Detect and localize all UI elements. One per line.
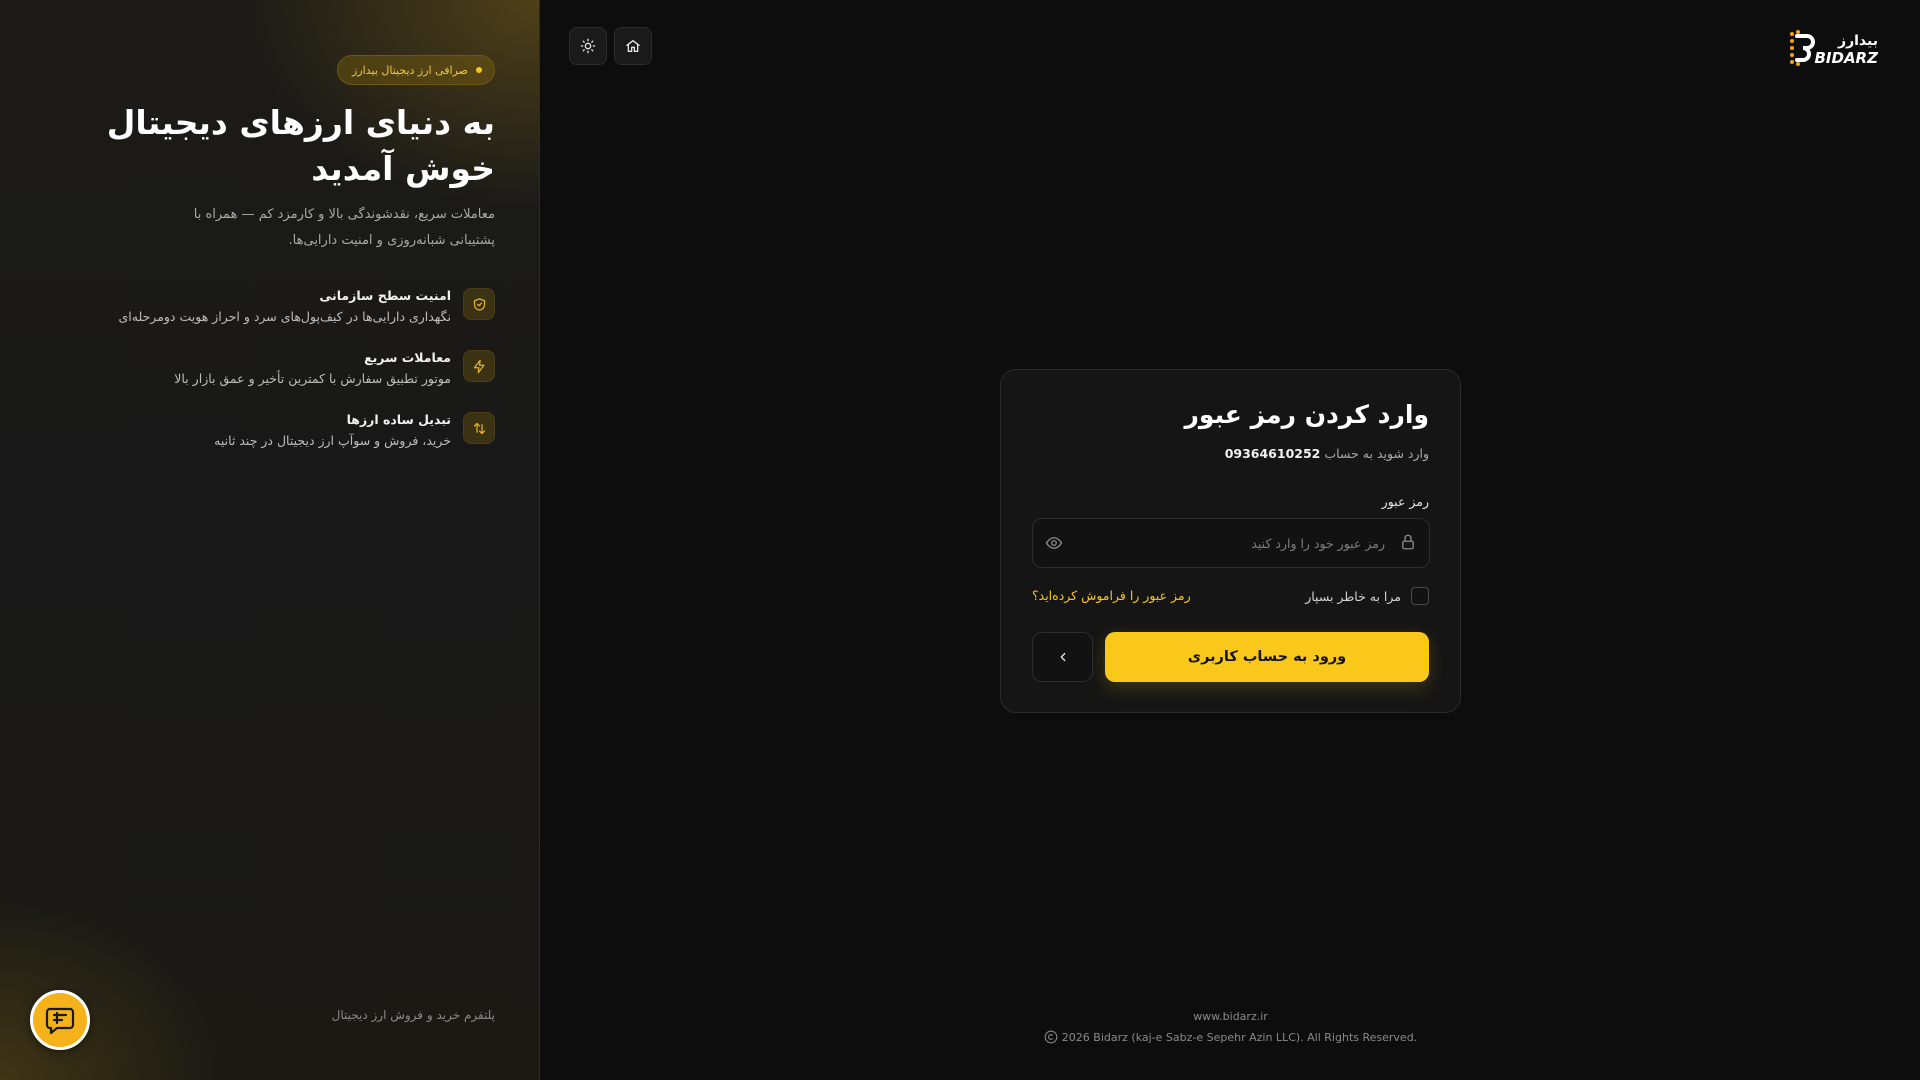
support-chat-button[interactable]	[30, 990, 90, 1050]
password-field[interactable]	[1032, 518, 1430, 568]
home-button[interactable]	[614, 27, 652, 65]
feature-item-swap: تبدیل ساده ارزها خرید، فروش و سوآپ ارز د…	[75, 412, 495, 462]
account-phone: 09364610252	[1224, 446, 1321, 461]
chevron-left-icon	[1060, 652, 1065, 662]
shield-icon	[463, 288, 495, 320]
feature-item-fast-trading: معاملات سریع موتور تطبیق سفارش با کمترین…	[75, 350, 495, 400]
feature-item-security: امنیت سطح سازمانی نگهداری دارایی‌ها در ک…	[75, 288, 495, 338]
password-input[interactable]	[1075, 519, 1385, 567]
login-subtitle-text: وارد شوید به حساب	[1324, 446, 1429, 461]
show-password-eye-icon[interactable]	[1045, 534, 1063, 556]
forgot-password-link[interactable]: رمز عبور را فراموش کرده‌اید؟	[1032, 588, 1191, 603]
chat-icon	[45, 1007, 75, 1035]
back-button[interactable]	[1032, 632, 1093, 682]
home-icon	[626, 40, 640, 52]
sun-icon	[580, 38, 596, 54]
feature-desc: موتور تطبیق سفارش با کمترین تأخیر و عمق …	[174, 371, 451, 386]
feature-desc: خرید، فروش و سوآپ ارز دیجیتال در چند ثان…	[214, 433, 451, 448]
remember-me[interactable]: مرا به خاطر بسپار	[1305, 587, 1429, 605]
feature-title: معاملات سریع	[364, 350, 451, 365]
password-label: رمز عبور	[1381, 494, 1429, 509]
site-url[interactable]: www.bidarz.ir	[1000, 1010, 1461, 1023]
hero-subtitle: معاملات سریع، نقدشوندگی بالا و کارمزد کم…	[193, 207, 495, 248]
lightning-icon	[463, 350, 495, 382]
brand-logo[interactable]: بیدارز BIDARZ	[1788, 28, 1880, 68]
lock-icon	[1399, 533, 1417, 555]
theme-toggle-button[interactable]	[569, 27, 607, 65]
hero-panel: صرافی ارز دیجیتال بیدارز به دنیای ارزهای…	[0, 0, 540, 1080]
remember-me-checkbox[interactable]	[1411, 587, 1429, 605]
login-subtitle: وارد شوید به حساب 09364610252	[1225, 446, 1429, 461]
login-card: وارد کردن رمز عبور وارد شوید به حساب 093…	[1000, 369, 1461, 713]
hero-badge: صرافی ارز دیجیتال بیدارز	[337, 55, 495, 85]
badge-dot-icon	[476, 67, 482, 73]
copyright: 2026 Bidarz (kaj-e Sabz-e Sepehr Azin LL…	[960, 1030, 1501, 1044]
hero-title: به دنیای ارزهای دیجیتال خوش آمدید	[106, 103, 495, 188]
hero-footer: پلتفرم خرید و فروش ارز دیجیتال	[331, 1008, 495, 1022]
logo-en-text: BIDARZ	[1814, 49, 1879, 67]
login-title: وارد کردن رمز عبور	[1184, 400, 1429, 429]
login-submit-button[interactable]: ورود به حساب کاربری	[1105, 632, 1429, 682]
logo-fa-text: بیدارز	[1837, 33, 1878, 49]
feature-title: تبدیل ساده ارزها	[346, 412, 451, 427]
feature-desc: نگهداری دارایی‌ها در کیف‌پول‌های سرد و ا…	[118, 309, 451, 324]
copyright-icon	[1044, 1030, 1058, 1044]
copyright-text: 2026 Bidarz (kaj-e Sabz-e Sepehr Azin LL…	[1061, 1030, 1418, 1044]
remember-me-label: مرا به خاطر بسپار	[1305, 588, 1401, 604]
swap-icon	[463, 412, 495, 444]
feature-title: امنیت سطح سازمانی	[319, 288, 451, 303]
badge-text: صرافی ارز دیجیتال بیدارز	[352, 63, 468, 77]
